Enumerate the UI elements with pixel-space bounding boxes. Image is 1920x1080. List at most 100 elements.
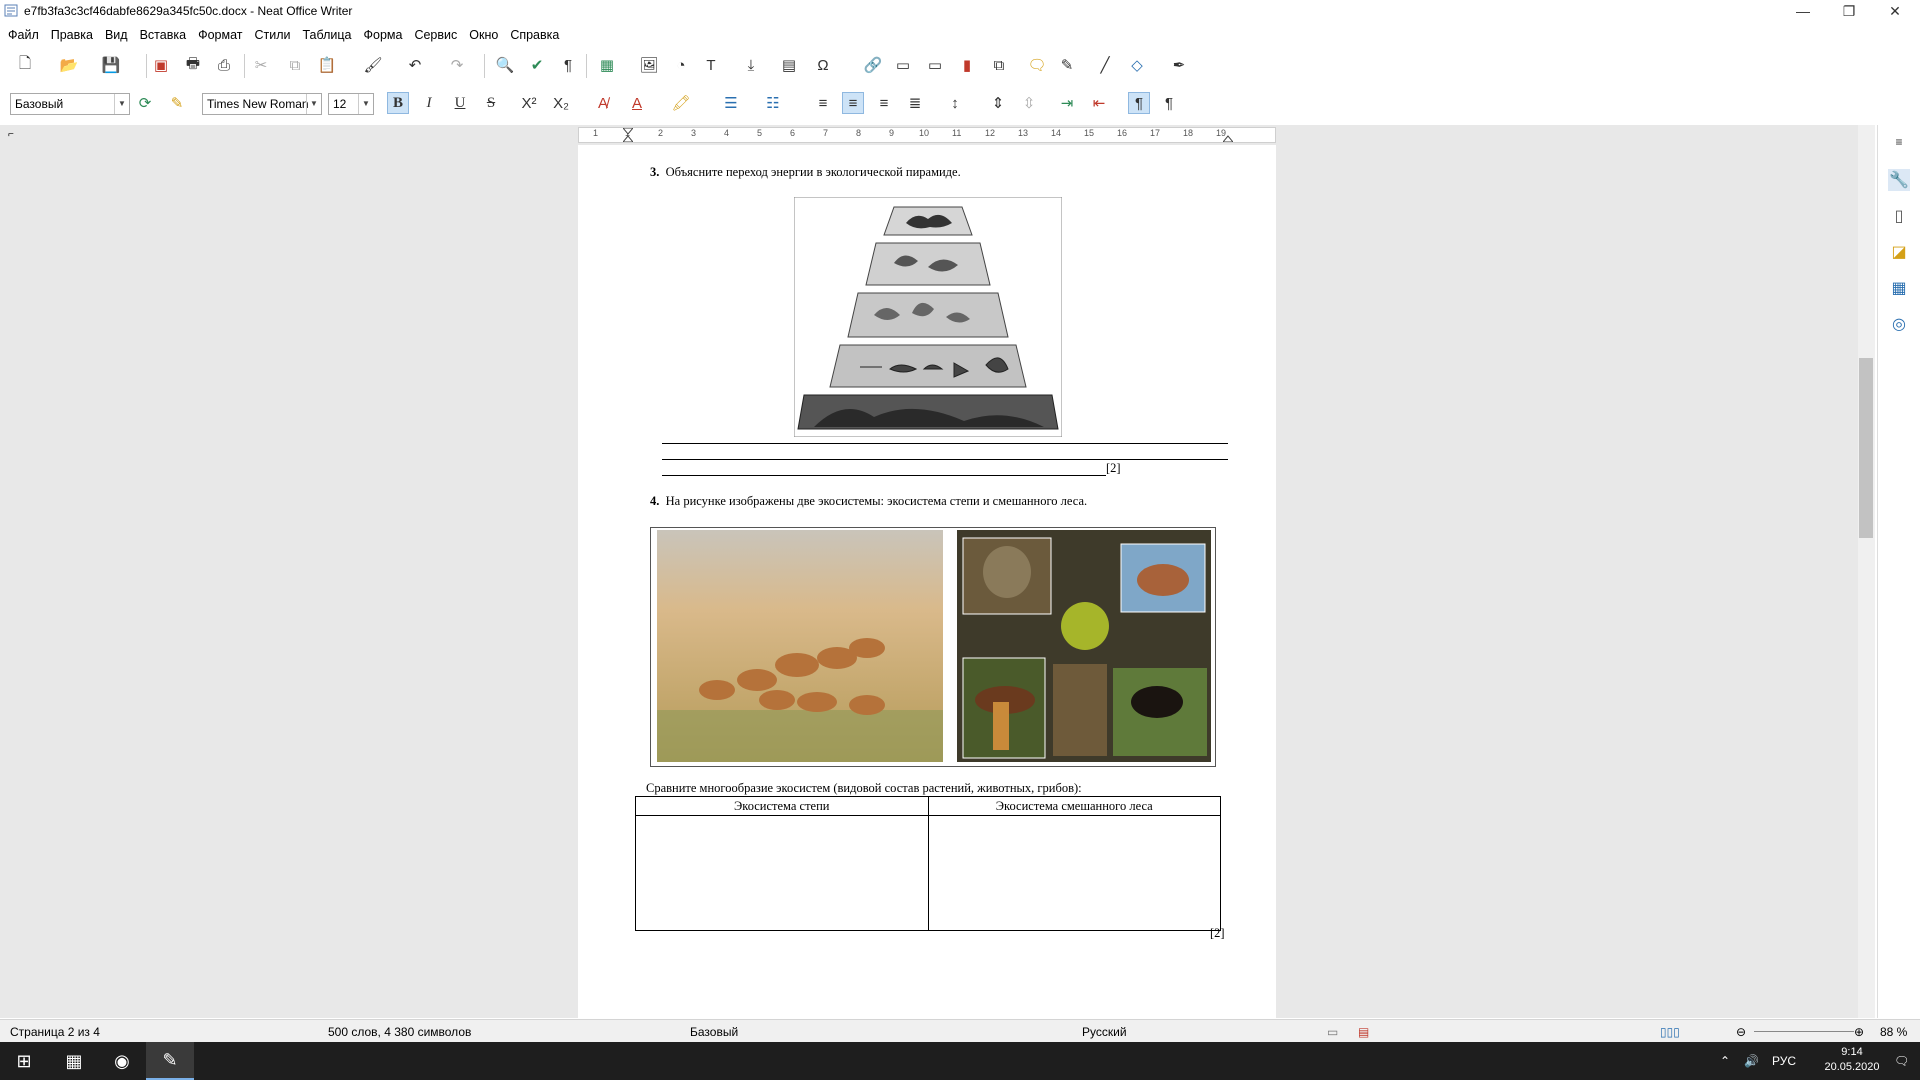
menu-window[interactable]: Окно <box>463 24 504 46</box>
mixed-forest-photo[interactable] <box>957 530 1211 762</box>
align-center-icon[interactable]: ≡ <box>842 92 864 114</box>
numbered-list-icon[interactable]: ☷ <box>762 92 784 114</box>
menu-view[interactable]: Вид <box>99 24 134 46</box>
rtl-direction-icon[interactable]: ¶ <box>1158 92 1180 114</box>
menu-table[interactable]: Таблица <box>296 24 357 46</box>
zoom-out-icon[interactable]: ⊖ <box>1736 1025 1746 1039</box>
strikethrough-button[interactable]: S <box>480 92 502 114</box>
ltr-direction-icon[interactable]: ¶ <box>1128 92 1150 114</box>
find-replace-icon[interactable]: 🔍 <box>494 54 516 76</box>
tray-chevron-icon[interactable]: ⌃ <box>1720 1054 1730 1068</box>
font-color-icon[interactable]: A <box>626 92 648 114</box>
cell-forest-answer[interactable] <box>927 815 1221 931</box>
zoom-level[interactable]: 88 % <box>1880 1025 1907 1039</box>
cell-steppe-answer[interactable] <box>635 815 929 931</box>
input-language[interactable]: РУС <box>1772 1054 1796 1068</box>
steppe-photo[interactable] <box>657 530 943 762</box>
subscript-icon[interactable]: X₂ <box>550 92 572 114</box>
special-character-icon[interactable]: Ω <box>812 54 834 76</box>
insert-chart-icon[interactable]: ◔ <box>670 54 692 76</box>
new-document-icon[interactable]: 🗋 <box>14 54 36 76</box>
chrome-icon[interactable]: ◉ <box>98 1042 146 1080</box>
ecological-pyramid-image[interactable] <box>794 197 1062 437</box>
paste-icon[interactable]: 📋 <box>316 54 338 76</box>
writer-taskbar-icon[interactable]: ✎ <box>146 1042 194 1080</box>
increase-paragraph-spacing-icon[interactable]: ⇕ <box>987 92 1009 114</box>
cross-reference-icon[interactable]: ⧉ <box>988 54 1010 76</box>
right-indent-marker-icon[interactable] <box>1223 128 1233 142</box>
properties-icon[interactable]: 🔧 <box>1888 169 1910 191</box>
justify-icon[interactable]: ≣ <box>904 92 926 114</box>
bookmark-icon[interactable]: ▮ <box>956 54 978 76</box>
menu-edit[interactable]: Правка <box>45 24 99 46</box>
undo-icon[interactable]: ↶ <box>404 54 426 76</box>
highlight-icon[interactable]: 🖍 <box>670 92 692 114</box>
shapes-icon[interactable]: ◇ <box>1126 54 1148 76</box>
open-icon[interactable]: 📂 <box>58 54 80 76</box>
redo-icon[interactable]: ↷ <box>446 54 468 76</box>
print-icon[interactable]: 🖶 <box>182 54 204 76</box>
cut-icon[interactable]: ✂ <box>250 54 272 76</box>
volume-icon[interactable]: 🔊 <box>1744 1054 1759 1068</box>
selection-mode-icon[interactable]: ▭ <box>1327 1025 1338 1039</box>
word-count[interactable]: 500 слов, 4 380 символов <box>328 1025 471 1039</box>
zoom-in-icon[interactable]: ⊕ <box>1854 1025 1864 1039</box>
menu-insert[interactable]: Вставка <box>134 24 192 46</box>
horizontal-ruler[interactable]: 1 1 2 3 4 5 6 7 8 9 10 11 12 13 14 15 16… <box>578 127 1276 143</box>
line-icon[interactable]: ╱ <box>1094 54 1116 76</box>
align-right-icon[interactable]: ≡ <box>873 92 895 114</box>
minimize-button[interactable]: — <box>1780 0 1826 22</box>
clear-formatting-icon[interactable]: A̸ <box>592 92 614 114</box>
tab-stop-icon[interactable]: ⌐ <box>8 129 14 140</box>
insert-image-icon[interactable]: 🖼 <box>638 54 660 76</box>
endnote-icon[interactable]: ▭ <box>924 54 946 76</box>
comment-icon[interactable]: 🗨 <box>1026 54 1048 76</box>
insert-textbox-icon[interactable]: T <box>700 54 722 76</box>
menu-tools[interactable]: Сервис <box>408 24 463 46</box>
track-changes-icon[interactable]: ✎ <box>1056 54 1078 76</box>
increase-indent-icon[interactable]: ⇥ <box>1056 92 1078 114</box>
menu-styles[interactable]: Стили <box>248 24 296 46</box>
italic-button[interactable]: I <box>418 92 440 114</box>
sidebar-menu-icon[interactable]: ≡ <box>1888 131 1910 153</box>
new-style-icon[interactable]: ✎ <box>166 92 188 114</box>
zoom-slider[interactable] <box>1754 1031 1854 1032</box>
indent-marker-icon[interactable] <box>623 128 633 142</box>
view-layout-icon[interactable]: ▯▯▯ <box>1660 1025 1680 1039</box>
menu-file[interactable]: Файл <box>2 24 45 46</box>
menu-format[interactable]: Формат <box>192 24 248 46</box>
export-pdf-icon[interactable]: ▣ <box>150 54 172 76</box>
app-store-icon[interactable]: ▦ <box>50 1042 98 1080</box>
save-icon[interactable]: 💾 <box>100 54 122 76</box>
styles-icon[interactable]: ◪ <box>1888 241 1910 263</box>
draw-icon[interactable]: ✒ <box>1168 54 1190 76</box>
vertical-scrollbar[interactable] <box>1858 125 1875 1018</box>
start-icon[interactable]: ⊞ <box>0 1042 48 1080</box>
decrease-indent-icon[interactable]: ⇤ <box>1088 92 1110 114</box>
superscript-icon[interactable]: X² <box>518 92 540 114</box>
bullet-list-icon[interactable]: ☰ <box>720 92 742 114</box>
status-style[interactable]: Базовый <box>690 1025 738 1039</box>
paragraph-style-select[interactable]: Базовый ▼ <box>10 93 130 115</box>
document-page[interactable]: 3. Объясните переход энергии в экологиче… <box>578 145 1276 1018</box>
page-icon[interactable]: ▯ <box>1888 205 1910 227</box>
copy-icon[interactable]: ⧉ <box>284 54 306 76</box>
restore-button[interactable]: ❐ <box>1826 0 1872 22</box>
line-spacing-icon[interactable]: ↕ <box>944 92 966 114</box>
close-button[interactable]: ✕ <box>1872 0 1918 22</box>
decrease-paragraph-spacing-icon[interactable]: ⇳ <box>1018 92 1040 114</box>
page-break-icon[interactable]: ⤓ <box>740 54 762 76</box>
gallery-icon[interactable]: ▦ <box>1888 277 1910 299</box>
print-preview-icon[interactable]: ⎙ <box>213 54 235 76</box>
align-left-icon[interactable]: ≡ <box>812 92 834 114</box>
notifications-icon[interactable]: 🗨 <box>1894 1054 1909 1068</box>
insert-table-icon[interactable]: ▦ <box>596 54 618 76</box>
scrollbar-thumb[interactable] <box>1859 358 1873 538</box>
font-name-select[interactable]: Times New Roman ▼ <box>202 93 322 115</box>
status-language[interactable]: Русский <box>1082 1025 1127 1039</box>
navigator-icon[interactable]: ◎ <box>1888 313 1910 335</box>
insert-field-icon[interactable]: ▤ <box>778 54 800 76</box>
spellcheck-icon[interactable]: ✔ <box>526 54 548 76</box>
document-modified-icon[interactable]: ▤ <box>1358 1025 1369 1039</box>
font-size-select[interactable]: 12 ▼ <box>328 93 374 115</box>
